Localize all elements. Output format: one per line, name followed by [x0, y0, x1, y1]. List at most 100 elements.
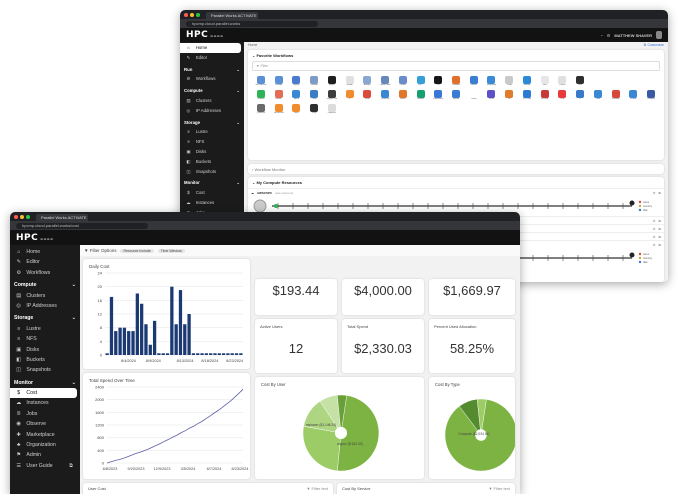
workflow-tile[interactable]: ParaView — [376, 90, 394, 101]
power-toggle-icon[interactable]: ⏻ — [653, 191, 655, 195]
workflow-tile[interactable]: Elastic — [270, 90, 288, 101]
workflow-tile[interactable]: TF — [341, 90, 359, 101]
sidebar-item-lustre[interactable]: ≡ Lustre — [180, 127, 241, 137]
sidebar-item-editor[interactable]: ✎ Editor — [10, 257, 77, 267]
minimize-dot-icon[interactable] — [190, 13, 194, 17]
workflow-tile[interactable]: Cuda — [500, 76, 518, 87]
sidebar-item-workflows[interactable]: ⚙ Workflows — [180, 74, 241, 84]
timeline-end-marker[interactable] — [629, 252, 635, 258]
sidebar-item-cost[interactable]: $ Cost — [10, 388, 77, 399]
resource-row[interactable]: ☁ AWSCSPC aws.onpremq ⏻ ⚙ — [248, 188, 664, 196]
chevron-down-icon[interactable]: ⌄ — [236, 178, 240, 188]
workflow-tile[interactable]: Postgres — [642, 90, 660, 101]
workflow-tile[interactable]: Singularity — [483, 76, 501, 87]
timeline-start-marker[interactable] — [274, 204, 278, 208]
user-cost-filter[interactable]: ▼ Filter text — [306, 486, 328, 491]
nav-section-run[interactable]: Run ⌄ — [180, 65, 244, 75]
hpc-logo[interactable]: HPC ▬▬▬▬ — [186, 30, 224, 40]
chevron-down-icon[interactable]: ⌄ — [236, 118, 240, 128]
browser-tab[interactable]: Parallel Works ACTIVATE — [206, 12, 258, 19]
workflow-tile[interactable]: Desktop — [305, 76, 323, 87]
workflow-tile[interactable]: Torch — [287, 104, 305, 115]
address-bar[interactable]: hpcmp.cloud.parallel.works/cost — [16, 222, 148, 229]
sidebar-item-admin[interactable]: ⚑ Admin — [10, 450, 77, 460]
resource-settings-icon[interactable]: ⚙ — [658, 191, 661, 195]
workflow-tile[interactable]: Ansys — [323, 76, 341, 87]
sidebar-item-editor[interactable]: ✎ Editor — [180, 53, 241, 63]
chevron-down-icon[interactable]: ⌄ — [72, 378, 76, 388]
workflow-tile[interactable]: Grafana — [518, 76, 536, 87]
settings-icon[interactable]: ⚙ — [607, 33, 611, 38]
workflow-tile[interactable]: Cluster — [394, 76, 412, 87]
maximize-dot-icon[interactable] — [26, 215, 30, 219]
sidebar-item-organization[interactable]: ♣ Organization — [10, 440, 77, 450]
username[interactable]: MATTHEW SHAVER — [614, 33, 652, 38]
sidebar-item-observe[interactable]: ◉ Observe — [10, 419, 77, 429]
workflow-tile[interactable]: Kubernetes — [429, 90, 447, 101]
workflow-tile[interactable]: R — [571, 90, 589, 101]
power-toggle-icon[interactable]: ⏻ — [653, 235, 655, 239]
workflow-tile[interactable]: Code — [305, 90, 323, 101]
workflow-tile[interactable]: Quantum — [252, 104, 270, 115]
workflow-tile[interactable]: Weka — [394, 90, 412, 101]
sidebar-item-snapshots[interactable]: ◫ Snapshots — [10, 365, 77, 375]
filter-options[interactable]: ▼ Filter Options — [84, 248, 116, 253]
workflow-tile[interactable]: Jupyter Lab — [323, 90, 341, 101]
workflow-tile[interactable]: Paraview — [447, 76, 465, 87]
workflow-tile[interactable]: Intel — [536, 76, 554, 87]
sidebar-item-buckets[interactable]: ◧ Buckets — [180, 157, 241, 167]
sidebar-item-marketplace[interactable]: ✚ Marketplace — [10, 430, 77, 440]
sidebar-item-jobs[interactable]: ≣ Jobs — [10, 409, 77, 419]
workflow-tile[interactable]: TensorFlow — [270, 104, 288, 115]
sidebar-item-disks[interactable]: ▣ Disks — [10, 345, 77, 355]
workflow-tile[interactable]: Lattice — [554, 76, 572, 87]
breadcrumb[interactable]: Home — [248, 43, 257, 47]
nav-section-storage[interactable]: Storage ⌄ — [180, 118, 244, 128]
sidebar-item-home[interactable]: ⌂ Home — [180, 43, 241, 53]
workflow-tile[interactable]: Git — [500, 90, 518, 101]
minimize-dot-icon[interactable] — [20, 215, 24, 219]
workflow-tile[interactable]: VNC — [429, 76, 447, 87]
filter-chip-time[interactable]: Time Window — [157, 248, 185, 253]
customize-link[interactable]: ⚙ Customize — [643, 43, 664, 47]
workflow-tile[interactable]: Octave — [625, 90, 643, 101]
workflow-tile[interactable]: Jupyter — [287, 76, 305, 87]
sidebar-item-lustre[interactable]: ≡ Lustre — [10, 324, 77, 334]
workflow-tile[interactable]: Julia — [589, 90, 607, 101]
sidebar-item-clusters[interactable]: ▤ Clusters — [180, 96, 241, 106]
power-toggle-icon[interactable]: ⏻ — [653, 243, 655, 247]
sidebar-item-clusters[interactable]: ▤ Clusters — [10, 291, 77, 301]
workflow-tile[interactable]: Flux — [554, 90, 572, 101]
nav-section-monitor[interactable]: Monitor ⌄ — [180, 178, 244, 188]
workflow-tile[interactable]: Matlab — [341, 76, 359, 87]
sidebar-item-buckets[interactable]: ◧ Buckets — [10, 355, 77, 365]
power-toggle-icon[interactable]: ⏻ — [653, 227, 655, 231]
workflow-tile[interactable]: Star — [571, 76, 589, 87]
sidebar-item-nfs[interactable]: ≡ NFS — [180, 137, 241, 147]
resource-settings-icon[interactable]: ⚙ — [658, 227, 661, 231]
sidebar-item-cost[interactable]: $ Cost — [180, 188, 241, 198]
close-dot-icon[interactable] — [14, 215, 18, 219]
workflow-tile[interactable]: Pipelines — [323, 104, 341, 115]
address-bar[interactable]: hpcmp.cloud.parallel.works — [186, 20, 318, 27]
sidebar-item-disks[interactable]: ▣ Disks — [180, 147, 241, 157]
filter-chip-resource[interactable]: Resource Include — [120, 248, 154, 253]
sidebar-item-home[interactable]: ⌂ Home — [10, 247, 77, 257]
nav-section-compute[interactable]: Compute ⌄ — [10, 280, 80, 290]
chevron-down-icon[interactable]: ⌄ — [236, 86, 240, 96]
workflow-tile[interactable]: Mojo — [358, 90, 376, 101]
cost-by-service-filter[interactable]: ▼ Filter text — [488, 486, 510, 491]
resource-settings-icon[interactable]: ⚙ — [658, 219, 661, 223]
workflow-tile[interactable]: HPC — [412, 76, 430, 87]
workflow-monitor-card[interactable]: › Workflow Monitor — [248, 164, 664, 174]
resource-settings-icon[interactable]: ⚙ — [658, 243, 661, 247]
nav-section-monitor[interactable]: Monitor ⌄ — [10, 378, 80, 388]
sidebar-item-ip-addresses[interactable]: ◎ IP Addresses — [180, 106, 241, 116]
avatar[interactable] — [656, 31, 662, 39]
workflow-tile[interactable]: VS Code — [518, 90, 536, 101]
help-icon[interactable]: ◔ — [600, 33, 602, 38]
hpc-logo[interactable]: HPC ▬▬▬▬ — [16, 233, 54, 243]
workflow-tile[interactable]: RStudio — [270, 76, 288, 87]
workflow-tile[interactable]: Spark — [287, 90, 305, 101]
browser-tab[interactable]: Parallel Works ACTIVATE — [36, 214, 88, 221]
